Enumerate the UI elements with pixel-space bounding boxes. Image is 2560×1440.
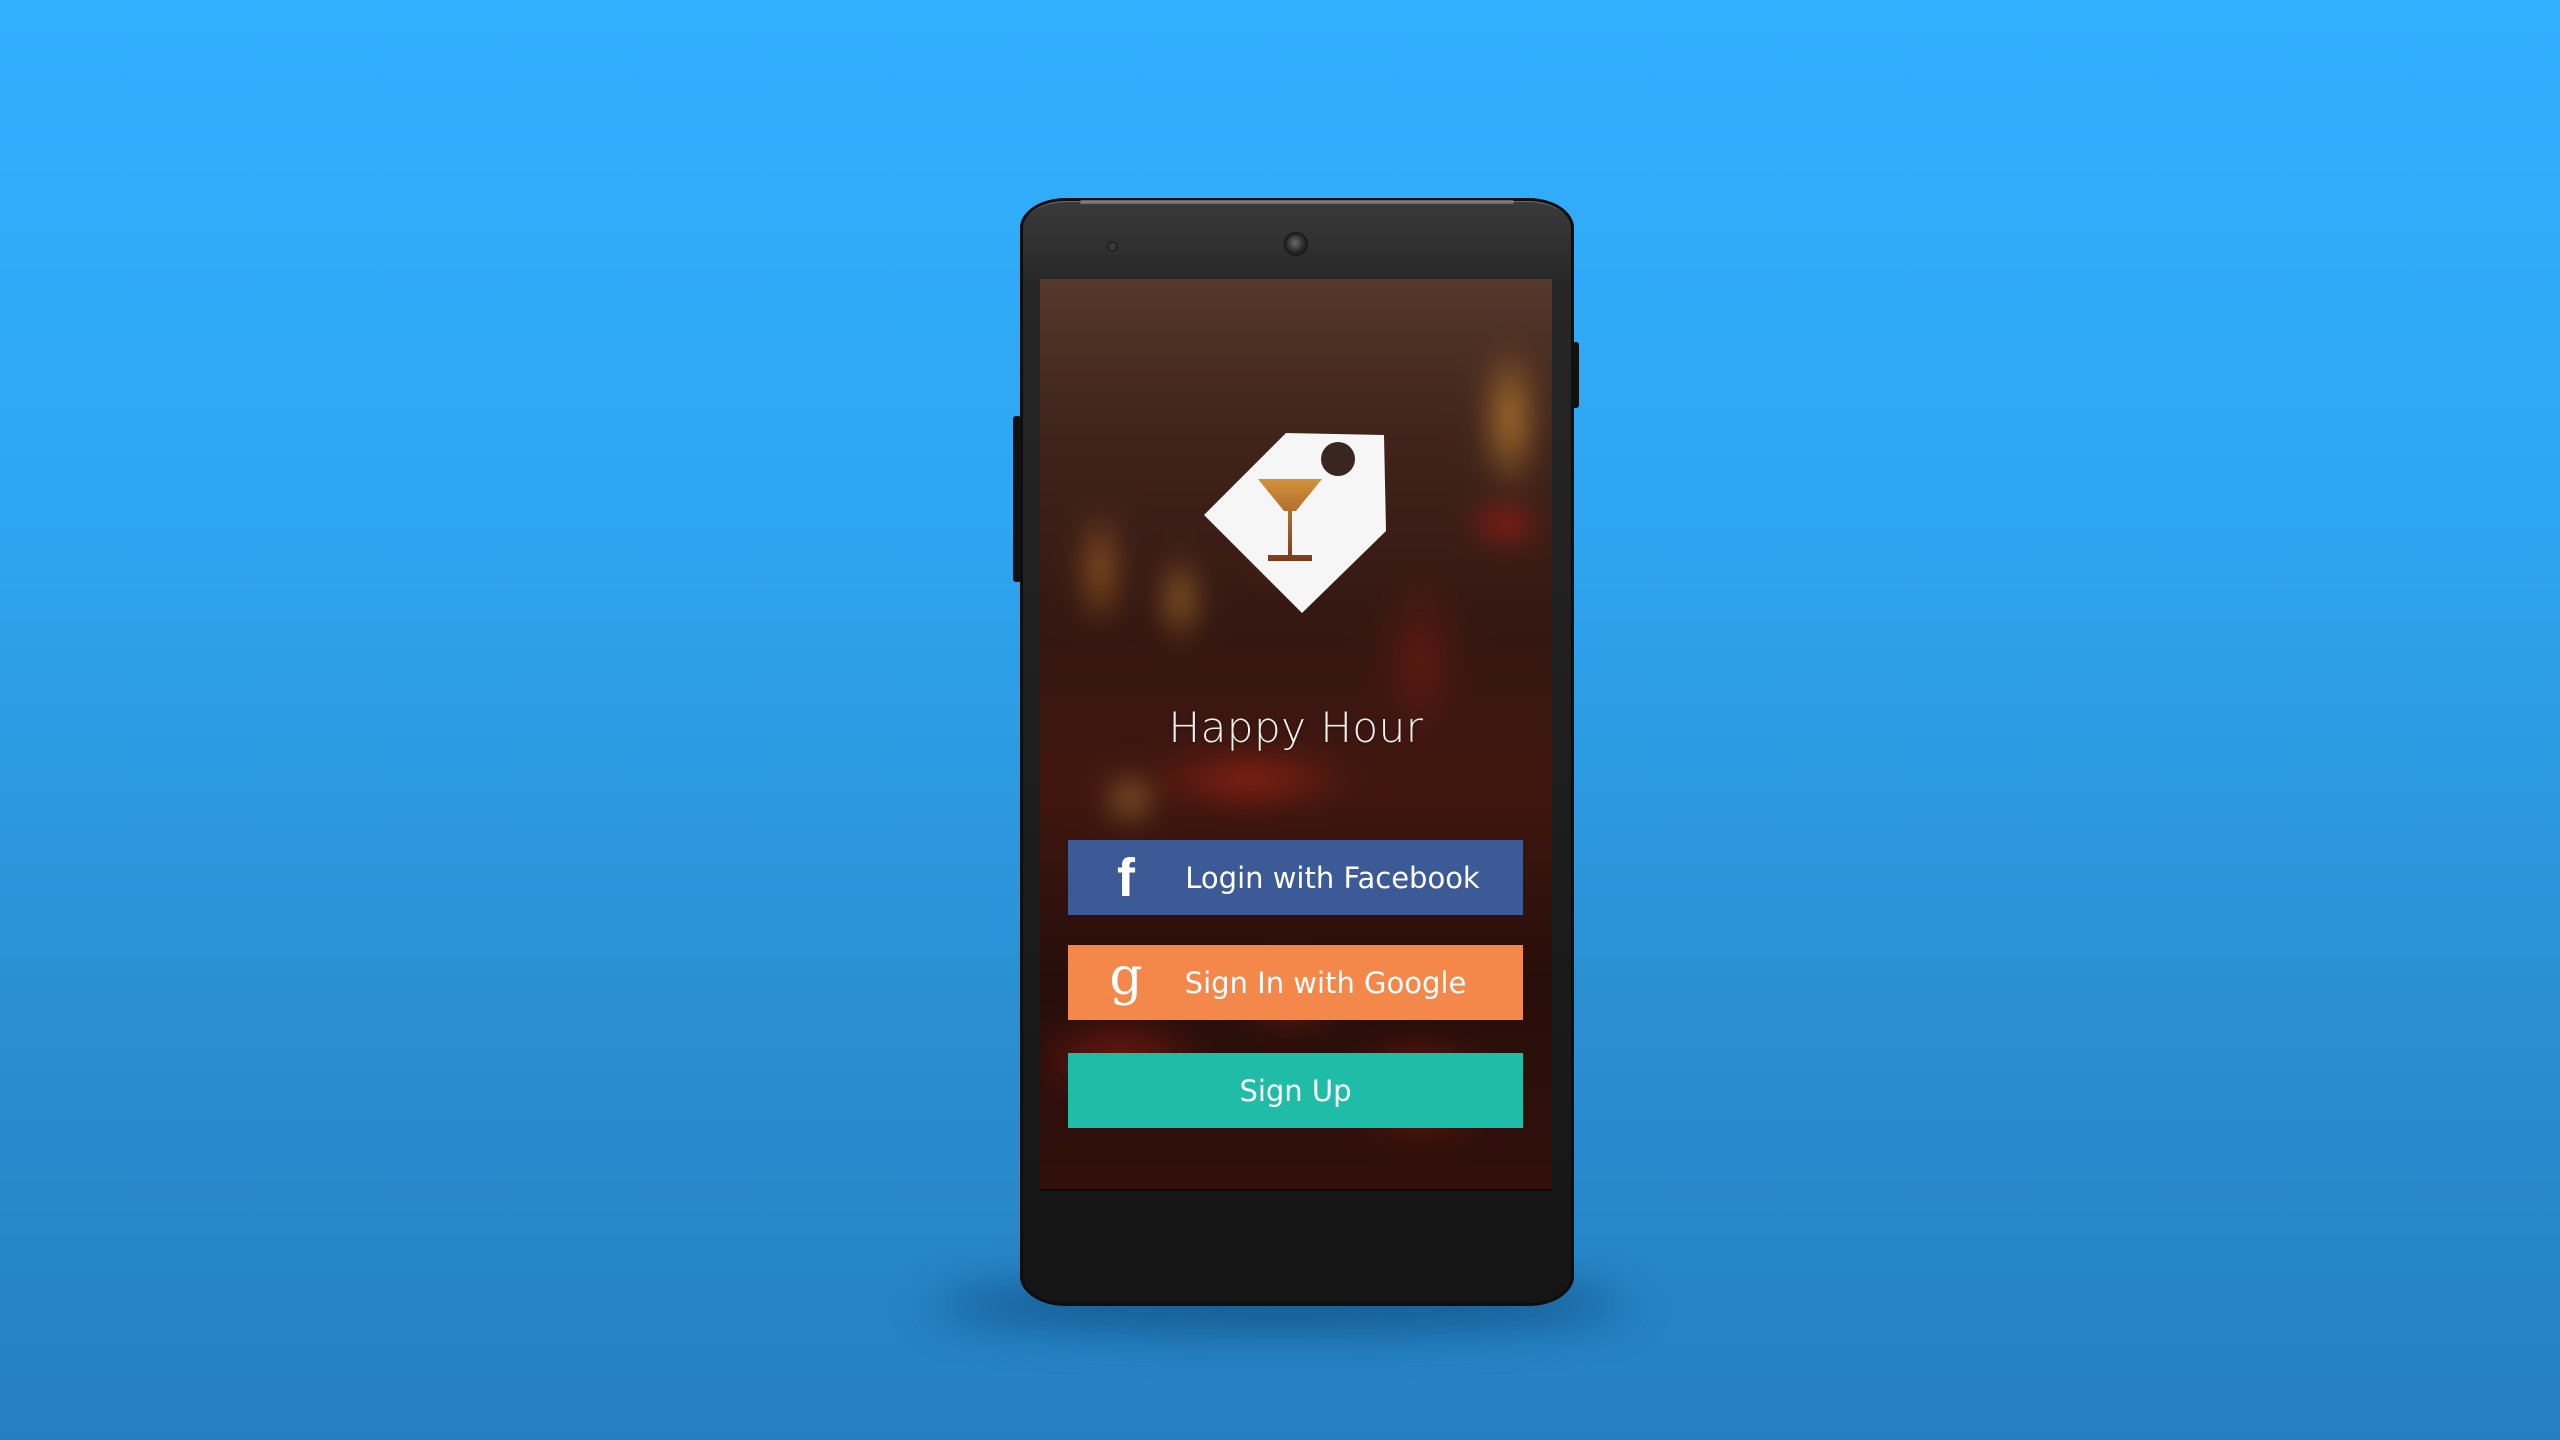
cocktail-tag-icon <box>1204 433 1386 613</box>
sign-in-with-google-button[interactable]: g Sign In with Google <box>1068 945 1523 1020</box>
google-button-label: Sign In with Google <box>1184 965 1467 1000</box>
phone-device: Happy Hour f Login with Facebook g Sign … <box>1013 198 1579 1306</box>
power-button <box>1571 342 1579 408</box>
phone-top-edge <box>1080 200 1514 204</box>
screen-bottom-edge <box>1040 1189 1552 1191</box>
sign-up-button-label: Sign Up <box>1239 1073 1352 1108</box>
proximity-sensor <box>1107 241 1118 252</box>
login-with-facebook-button[interactable]: f Login with Facebook <box>1068 840 1523 915</box>
app-title: Happy Hour <box>1168 703 1424 752</box>
google-icon: g <box>1109 946 1143 1007</box>
front-camera <box>1286 234 1306 254</box>
facebook-icon: f <box>1117 847 1135 908</box>
facebook-button-label: Login with Facebook <box>1185 860 1480 895</box>
app-screen: Happy Hour f Login with Facebook g Sign … <box>1040 279 1552 1189</box>
sign-up-button[interactable]: Sign Up <box>1068 1053 1523 1128</box>
volume-button <box>1013 416 1021 582</box>
